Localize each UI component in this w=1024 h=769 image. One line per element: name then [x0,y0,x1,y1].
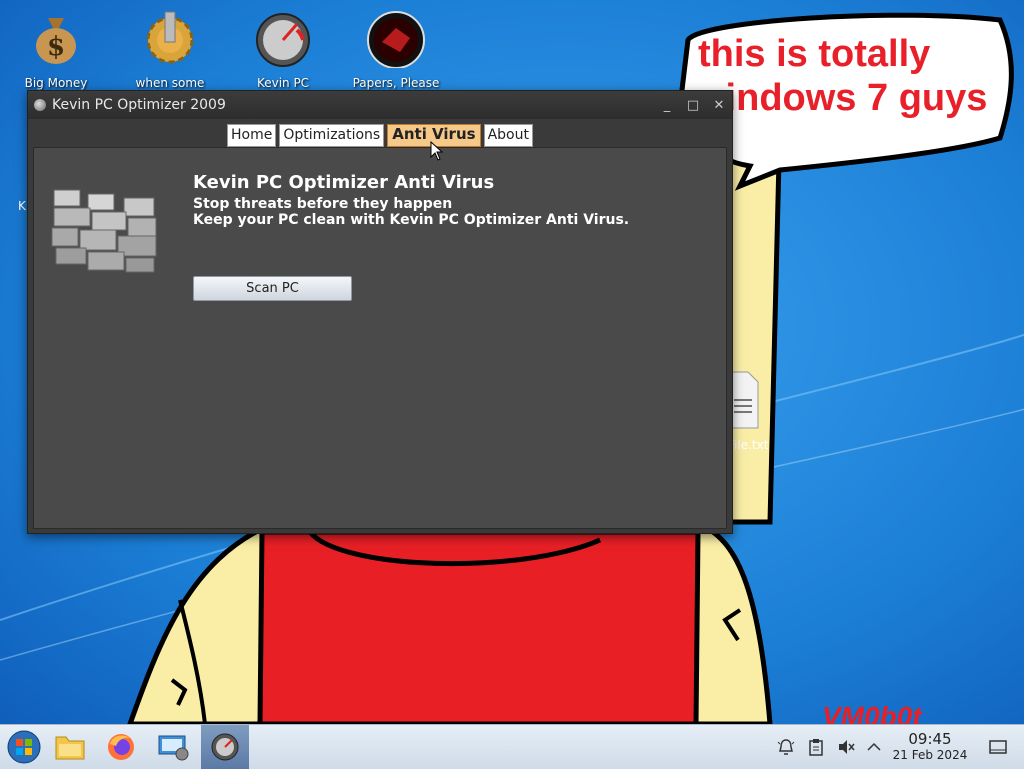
start-orb-icon [7,730,41,764]
notifications-icon [777,739,795,755]
desktop-icon-label: Kevin PC [256,76,310,90]
tab-about[interactable]: About [483,124,533,147]
taskbar-file-manager[interactable] [46,725,94,769]
svg-text:$: $ [47,32,65,62]
tray-clipboard[interactable] [804,725,828,769]
taskbar-system-settings[interactable] [149,725,197,769]
firefox-icon [108,734,134,760]
taskbar-kevin-pc-optimizer[interactable] [201,725,249,769]
tab-home[interactable]: Home [227,124,277,147]
app-window: Kevin PC Optimizer 2009 _ □ ✕ Home Optim… [27,90,733,534]
clock-date: 21 Feb 2024 [892,748,968,762]
file-icon-label: File.txt [728,438,769,452]
anti-virus-panel: Kevin PC Optimizer Anti Virus Stop threa… [33,147,727,529]
show-desktop-button[interactable] [986,725,1010,769]
papers-please-icon [367,11,425,69]
tray-volume[interactable] [834,725,858,769]
minimize-button[interactable]: _ [654,98,680,113]
window-title: Kevin PC Optimizer 2009 [52,97,226,113]
tray-notifications[interactable] [774,725,798,769]
clock-time: 09:45 [908,730,952,748]
taskbar: 09:45 21 Feb 2024 [0,724,1024,769]
anti-virus-description: Keep your PC clean with Kevin PC Optimiz… [193,212,630,228]
desktop-icon-papers-please[interactable]: Papers, Please [346,8,446,90]
desktop-icon-kevin-pc[interactable]: Kevin PC [233,8,333,90]
clipboard-icon [809,739,823,756]
tab-bar: Home Optimizations Anti Virus About [28,124,732,147]
chevron-up-icon [867,742,881,751]
tab-optimizations[interactable]: Optimizations [279,124,385,147]
speedometer-icon [256,13,310,67]
scan-pc-button[interactable]: Scan PC [193,276,352,301]
firewall-icon [51,189,157,273]
show-desktop-icon [989,740,1007,754]
money-bag-icon: $ [36,18,76,64]
desktop-icon-label: Big Money [24,76,88,90]
desktop-icon-label: when some [135,76,205,90]
clock[interactable]: 09:45 21 Feb 2024 [886,731,974,763]
volume-muted-icon [839,740,855,754]
desktop-icon-big-money[interactable]: $ Big Money [6,8,106,90]
signature: VM0b0t [822,701,923,724]
taskbar-firefox[interactable] [97,725,145,769]
speech-bubble-line-2: windows 7 guys [695,77,987,119]
app-icon [34,99,46,111]
desktop-icon-when-some[interactable]: when some [120,8,220,90]
maximize-button[interactable]: □ [680,98,706,113]
anti-virus-tagline: Stop threats before they happen [193,196,453,212]
anti-virus-title: Kevin PC Optimizer Anti Virus [193,172,495,193]
mouse-pointer-icon [430,141,444,161]
tray-expand[interactable] [862,725,886,769]
start-button[interactable] [0,725,48,769]
gear-icon [146,11,194,64]
edge-icon-label: K [18,199,27,213]
speech-bubble-line-1: this is totally [698,33,930,75]
system-settings-icon [158,735,189,761]
desktop-icon-label: Papers, Please [352,76,440,90]
file-manager-icon [55,736,85,760]
title-bar[interactable]: Kevin PC Optimizer 2009 _ □ ✕ [28,91,732,119]
close-button[interactable]: ✕ [706,98,732,113]
kevin-pc-optimizer-icon [211,733,239,761]
